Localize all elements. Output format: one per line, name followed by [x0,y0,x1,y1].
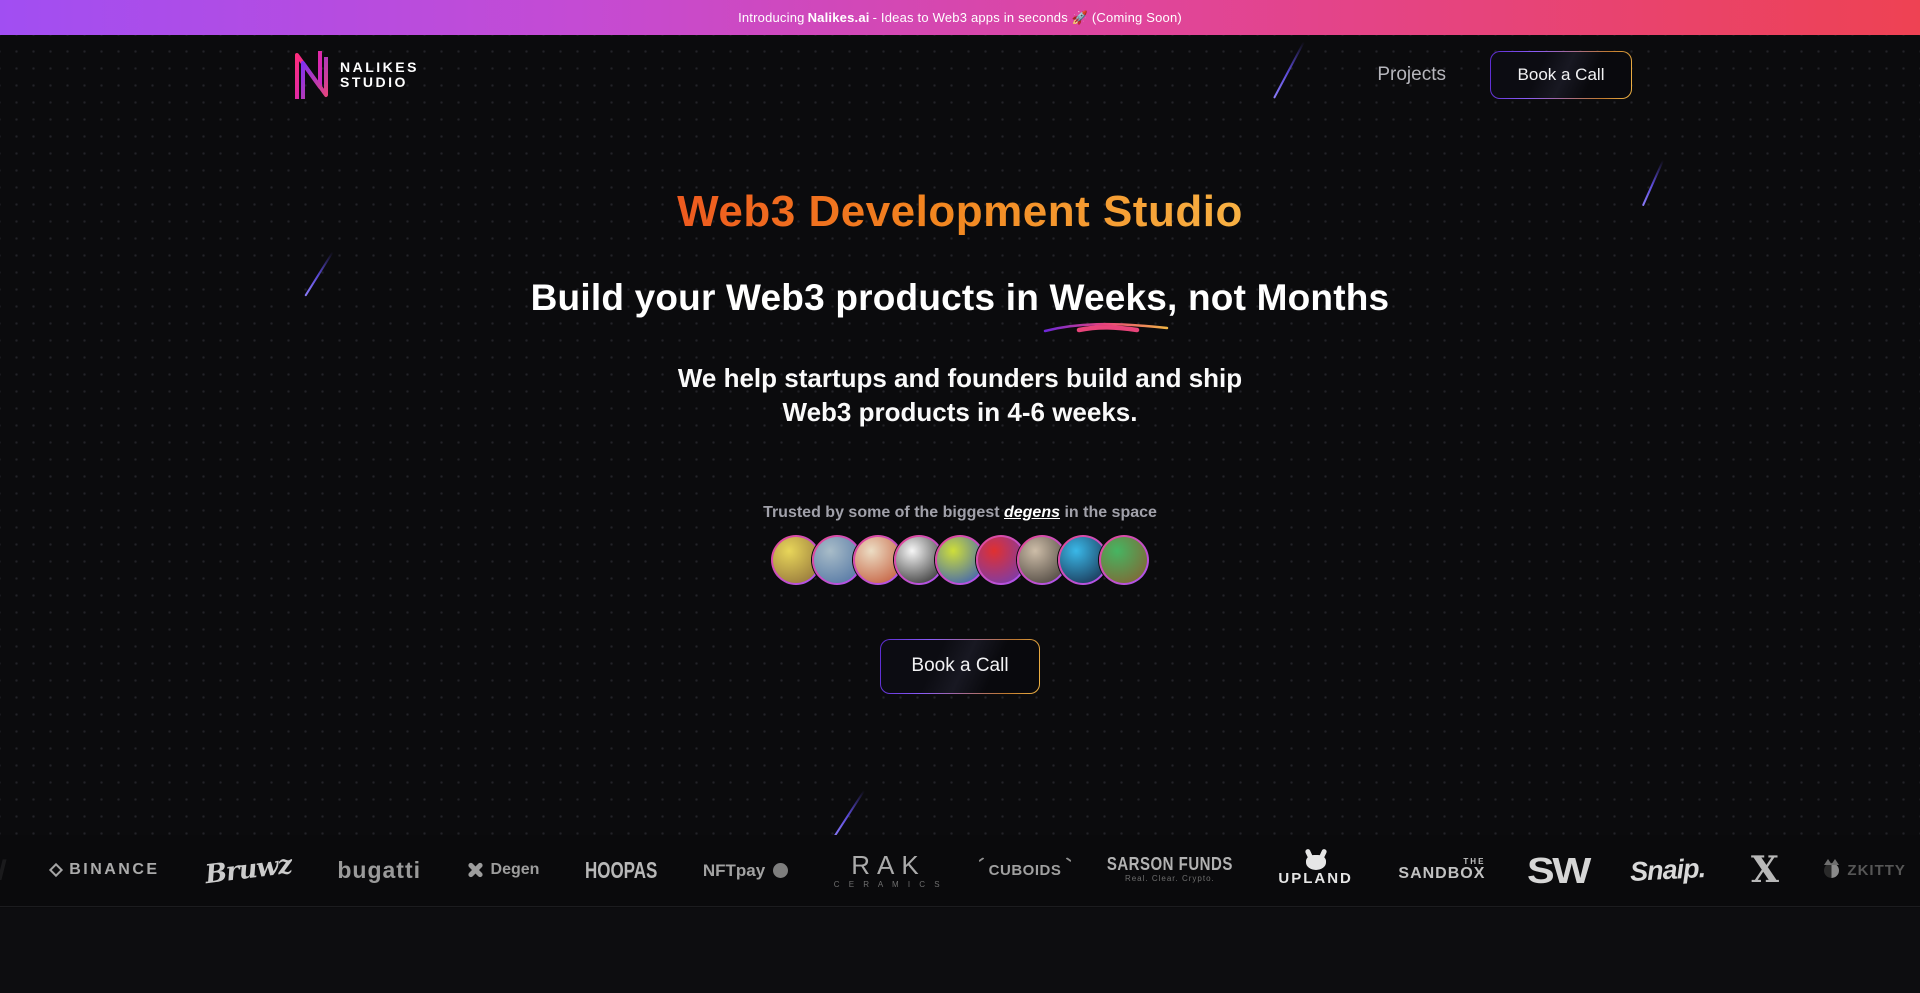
logo-line1: NALIKES [340,60,419,75]
logo-label: SARSON FUNDS [1107,856,1233,875]
banner-prefix: Introducing [738,10,805,25]
logo-label: HOOPAS [585,858,657,882]
marquee-logo-sarson-funds: SARSON FUNDSReal. Clear. Crypto. [1107,857,1233,883]
logo-label: SW [1527,852,1589,890]
marquee-logo-nalikes-partial: N [0,855,6,887]
nalikes-n-icon [290,49,330,101]
hero-title: Web3 Development Studio [677,187,1243,237]
hero-book-call-button[interactable]: Book a Call [880,639,1040,694]
marquee-logo-rak-ceramics: RAK C E R A M I C S [834,852,943,890]
marquee-logo-snaip: Snaip. [1630,856,1705,884]
subtext-line1: We help startups and founders build and … [678,363,1242,393]
logo-label: X [1751,852,1779,890]
hero-subtext: We help startups and founders build and … [678,361,1242,430]
trusted-post: in the space [1060,504,1157,521]
logo-label: RAK [851,852,925,879]
marquee-logo-zkitty: ZKITTY [1824,863,1906,879]
marquee-logo-upland: UPLAND [1278,855,1353,887]
swoosh-underline-decoration [1041,321,1171,335]
marquee-logo-binance: BINANCE [51,862,159,879]
zkitty-cat-icon [1824,863,1839,878]
logo-label: CUBOIDS [989,863,1062,879]
avatar-green-bear [1099,535,1149,585]
logo-label: Degen [491,862,540,879]
nalikes-logo[interactable]: NALIKES STUDIO [290,49,419,101]
header-nav: Projects Book a Call [1377,51,1632,99]
site-header: NALIKES STUDIO Projects Book a Call [0,35,1920,115]
next-section-strip [0,908,1920,993]
logo-marquee: N BINANCE Bruwz bugatti Degen HOOPAS NFTpay RAK… [0,835,1920,907]
logo-wordmark: NALIKES STUDIO [340,60,419,89]
marquee-logo-degen: Degen [467,862,540,879]
banner-brand: Nalikes.ai [808,10,870,25]
logo-line2: STUDIO [340,75,419,90]
headline-pre: Build your Web3 products in [531,277,1050,318]
hero-section: Web3 Development Studio Build your Web3 … [0,115,1920,694]
marquee-logo-sw: SW [1531,852,1585,890]
banner-suffix: - Ideas to Web3 apps in seconds 🚀 (Comin… [873,10,1182,26]
announcement-banner: Introducing Nalikes.ai - Ideas to Web3 a… [0,0,1920,35]
avatar-row [771,535,1149,585]
headline-highlight: Weeks, [1049,277,1177,318]
marquee-logo-x-ornate: X [1751,852,1779,890]
binance-diamond-icon [49,863,63,877]
logo-sub-label: C E R A M I C S [834,881,943,889]
hero-headline: Build your Web3 products in Weeks, not M… [531,277,1390,319]
logo-label: N [0,855,10,887]
upland-llama-icon [1306,855,1326,870]
logo-label: bugatti [337,858,421,882]
headline-post: not Months [1178,277,1390,318]
trusted-highlight: degens [1004,504,1060,521]
logo-sub-label: Real. Clear. Crypto. [1125,875,1215,883]
logo-label: SANDBOX [1398,866,1485,883]
marquee-logo-nftpay: NFTpay [703,862,788,880]
logo-label: ZKITTY [1847,863,1906,879]
marquee-logo-hoopas: HOOPAS [585,862,657,880]
logo-label: Snaip. [1630,854,1706,886]
logo-label: Bruwz [204,852,293,890]
nftpay-coin-icon [773,863,788,878]
trusted-pre: Trusted by some of the biggest [763,504,1004,521]
logo-label: BINANCE [69,862,159,879]
marquee-logo-bruwz: Bruwz [205,857,292,884]
nav-projects-link[interactable]: Projects [1377,64,1446,86]
marquee-logo-sandbox: THESANDBOX [1398,858,1485,883]
header-book-call-button[interactable]: Book a Call [1490,51,1632,99]
logo-label: UPLAND [1278,871,1353,887]
marquee-logo-bugatti: bugatti [337,858,421,882]
subtext-line2: Web3 products in 4-6 weeks. [783,397,1138,427]
marquee-logo-cuboids: CUBOIDS [989,863,1062,879]
degen-x-icon [467,862,483,878]
trusted-by-text: Trusted by some of the biggest degens in… [763,504,1157,522]
logo-label: NFTpay [703,862,765,880]
